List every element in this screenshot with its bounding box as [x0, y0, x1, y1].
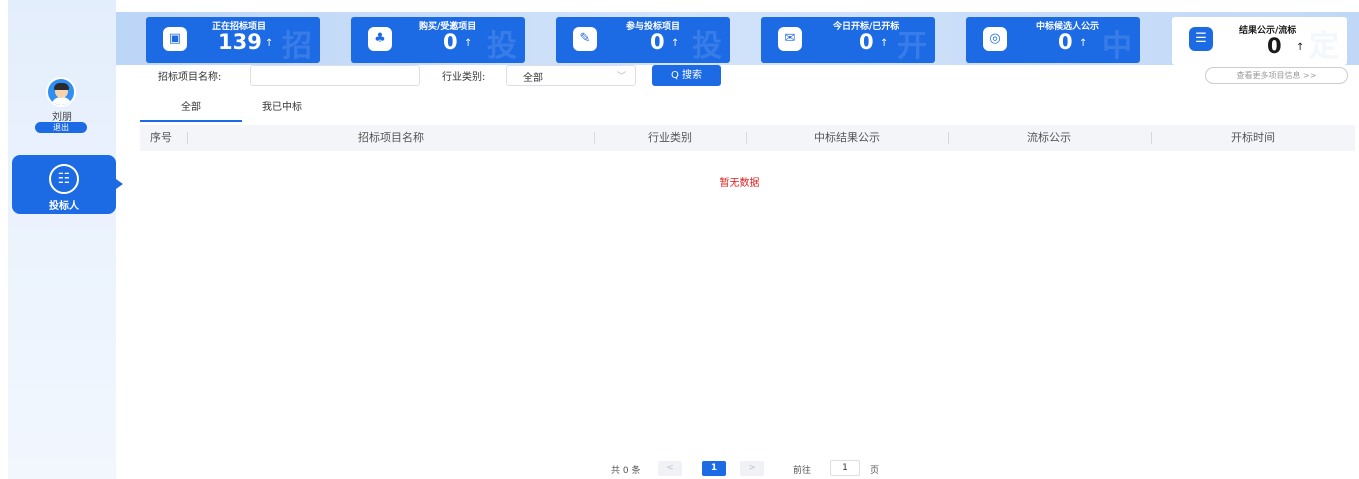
- prev-page-button[interactable]: <: [658, 461, 682, 476]
- tender-doc-icon: ▣: [163, 27, 187, 51]
- mail-open-icon: ✉: [778, 27, 802, 51]
- card-value: 0: [859, 30, 874, 54]
- table-header: 序号 招标项目名称 行业类别 中标结果公示 流标公示 开标时间: [140, 125, 1355, 151]
- sidebar-item-label: 投标人: [49, 201, 79, 212]
- goto-label: 前往: [793, 466, 812, 476]
- pen-doc-icon: ✎: [573, 27, 597, 51]
- arrow-up-icon: ↑: [1296, 42, 1305, 53]
- total-count: 共 0 条: [611, 466, 641, 476]
- industry-select[interactable]: 全部 ﹀: [506, 65, 636, 86]
- sidebar: 刘朋 退出 ☷ 投标人: [8, 0, 123, 479]
- card-watermark: 开: [897, 29, 929, 63]
- card-value: 0: [1267, 34, 1282, 58]
- card-watermark: 中: [1102, 29, 1134, 63]
- card-watermark: 投: [692, 29, 724, 63]
- tab-won[interactable]: 我已中标: [247, 98, 317, 122]
- stat-card-results[interactable]: 定 ☰ 结果公示/流标 0 ↑: [1172, 17, 1347, 65]
- stat-card-candidates[interactable]: 中 ◎ 中标候选人公示 0 ↑: [966, 17, 1140, 63]
- arrow-up-icon: ↑: [265, 38, 274, 49]
- tab-all[interactable]: 全部: [140, 98, 242, 122]
- stat-card-tendering[interactable]: 招 ▣ 正在招标项目 139 ↑: [146, 17, 320, 63]
- card-watermark: 招: [282, 29, 314, 63]
- avatar-body: [51, 97, 72, 105]
- column-header-opening-time: 开标时间: [1231, 131, 1275, 144]
- column-header-industry: 行业类别: [648, 131, 692, 144]
- column-header-award-notice: 中标结果公示: [814, 131, 880, 144]
- logout-button[interactable]: 退出: [35, 122, 87, 133]
- stat-card-opening[interactable]: 开 ✉ 今日开标/已开标 0 ↑: [761, 17, 935, 63]
- arrow-up-icon: ↑: [464, 38, 473, 49]
- page: 招 ▣ 正在招标项目 139 ↑ 投 ♣ 购买/受邀项目 0 ↑ 投 ✎ 参与投…: [0, 0, 1359, 479]
- tab-bar: 全部 我已中标: [140, 98, 1355, 122]
- target-icon: ◎: [983, 27, 1007, 51]
- result-list-icon: ☰: [1189, 27, 1213, 51]
- card-watermark: 定: [1309, 29, 1341, 64]
- avatar: [46, 77, 76, 107]
- stat-card-purchased[interactable]: 投 ♣ 购买/受邀项目 0 ↑: [351, 17, 525, 63]
- arrow-up-icon: ↑: [671, 38, 680, 49]
- stat-card-bidding[interactable]: 投 ✎ 参与投标项目 0 ↑: [556, 17, 730, 63]
- industry-select-value: 全部: [523, 73, 543, 84]
- avatar-hair: [54, 83, 69, 90]
- goto-page-input[interactable]: 1: [830, 460, 860, 476]
- chevron-down-icon: ﹀: [616, 72, 626, 82]
- user-invite-icon: ♣: [368, 27, 392, 51]
- sidebar-item-bidder[interactable]: ☷ 投标人: [12, 155, 123, 214]
- search-button[interactable]: Q 搜索: [652, 65, 721, 86]
- user-name: 刘朋: [52, 112, 72, 123]
- column-header-index: 序号: [150, 131, 172, 144]
- arrow-up-icon: ↑: [880, 38, 889, 49]
- more-projects-button[interactable]: 查看更多项目信息 >>: [1205, 67, 1348, 84]
- search-row: 招标项目名称: 行业类别: 全部 ﹀ Q 搜索 查看更多项目信息 >>: [155, 65, 1355, 87]
- card-value: 139: [218, 30, 262, 54]
- card-value: 0: [650, 30, 665, 54]
- page-number-button[interactable]: 1: [702, 461, 726, 476]
- column-header-project-name: 招标项目名称: [358, 131, 424, 144]
- next-page-button[interactable]: >: [740, 461, 764, 476]
- project-name-label: 招标项目名称:: [158, 72, 222, 83]
- card-watermark: 投: [487, 29, 519, 63]
- project-name-input[interactable]: [250, 65, 420, 86]
- page-suffix: 页: [870, 466, 880, 476]
- industry-label: 行业类别:: [442, 72, 486, 83]
- empty-state-text: 暂无数据: [719, 178, 760, 189]
- arrow-up-icon: ↑: [1079, 38, 1088, 49]
- card-value: 0: [443, 30, 458, 54]
- bidder-doc-icon: ☷: [49, 164, 79, 194]
- card-value: 0: [1058, 30, 1073, 54]
- column-header-failed-notice: 流标公示: [1027, 131, 1071, 144]
